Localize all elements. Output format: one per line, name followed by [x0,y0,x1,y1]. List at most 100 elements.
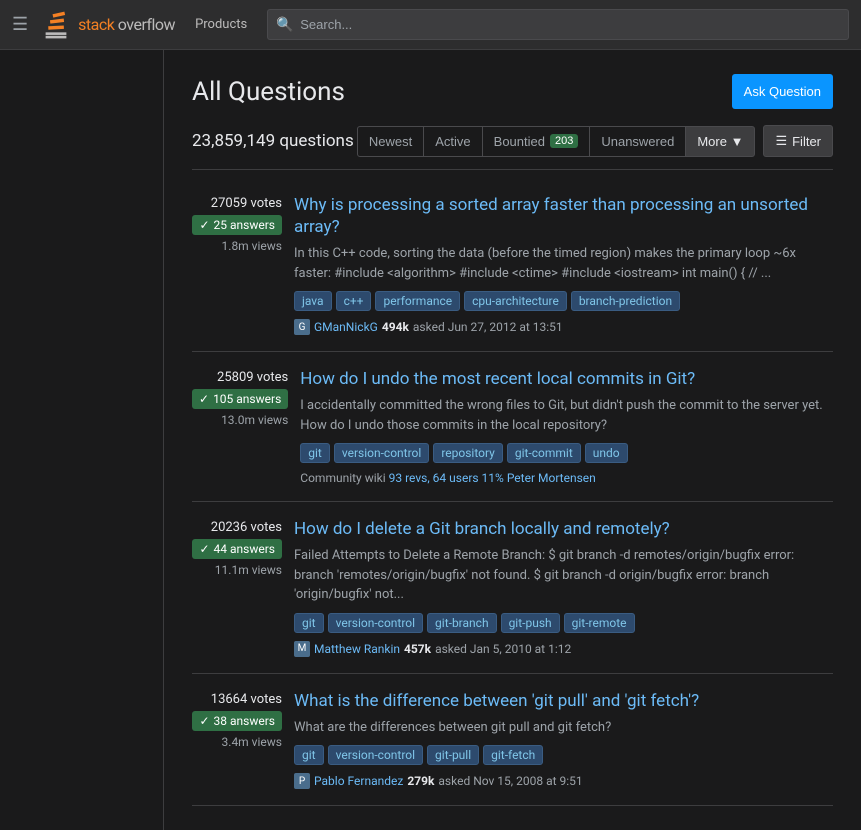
tag[interactable]: git-commit [507,443,581,463]
community-wiki-user[interactable]: Peter Mortensen [507,471,596,485]
answers-badge: ✓ 38 answers [192,711,282,731]
question-meta: P Pablo Fernandez 279k asked Nov 15, 200… [294,773,583,789]
tags-and-meta: git version-control git-branch git-push … [294,613,833,657]
tag[interactable]: git-pull [427,745,479,765]
tag[interactable]: git-remote [564,613,635,633]
tag[interactable]: cpu-architecture [464,291,567,311]
question-meta: M Matthew Rankin 457k asked Jan 5, 2010 … [294,641,571,657]
tab-bountied[interactable]: Bountied 203 [482,126,591,157]
question-body: How do I undo the most recent local comm… [300,368,833,485]
vote-count: 13664 votes [211,692,282,707]
vote-count: 25809 votes [217,370,288,385]
ask-question-button[interactable]: Ask Question [732,74,833,109]
author-link[interactable]: Pablo Fernandez [314,774,403,788]
question-meta: G GManNickG 494k asked Jun 27, 2012 at 1… [294,319,563,335]
author-rep: 494k [382,320,409,334]
question-excerpt: In this C++ code, sorting the data (befo… [294,244,833,283]
page-header: All Questions Ask Question [192,74,833,109]
avatar: G [294,319,310,335]
checkmark-icon: ✓ [199,714,209,728]
tab-unanswered[interactable]: Unanswered [589,126,686,157]
tab-newest[interactable]: Newest [357,126,424,157]
table-row: 25809 votes ✓ 105 answers 13.0m views Ho… [192,352,833,502]
tag[interactable]: c++ [336,291,372,311]
tab-more[interactable]: More ▼ [685,126,755,157]
tag[interactable]: performance [375,291,460,311]
tag[interactable]: git [300,443,330,463]
logo[interactable]: stack overflow [40,9,175,41]
checkmark-icon: ✓ [199,542,209,556]
asked-date: asked Jan 5, 2010 at 1:12 [435,642,571,656]
avatar: M [294,641,310,657]
tag[interactable]: git [294,745,324,765]
question-excerpt: I accidentally committed the wrong files… [300,396,833,435]
tag[interactable]: java [294,291,332,311]
community-wiki-label: Community wiki 93 revs, 64 users 11% Pet… [300,471,596,485]
tag[interactable]: version-control [328,745,423,765]
question-title[interactable]: How do I delete a Git branch locally and… [294,518,833,540]
tag[interactable]: git-branch [427,613,497,633]
community-wiki-revs[interactable]: 93 revs, 64 users 11% [389,471,504,485]
filter-icon: ☰ [775,133,787,149]
avatar: P [294,773,310,789]
main-content: All Questions Ask Question 23,859,149 qu… [164,50,861,830]
products-link[interactable]: Products [187,13,255,36]
answers-count: 44 answers [214,542,275,556]
question-stats: 13664 votes ✓ 38 answers 3.4m views [192,690,282,790]
vote-count: 27059 votes [211,196,282,211]
tags-and-meta: git version-control repository git-commi… [300,443,833,485]
table-row: 27059 votes ✓ 25 answers 1.8m views Why … [192,178,833,352]
author-rep: 457k [404,642,431,656]
question-title[interactable]: How do I undo the most recent local comm… [300,368,833,390]
tag[interactable]: version-control [334,443,429,463]
table-row: 20236 votes ✓ 44 answers 11.1m views How… [192,502,833,674]
author-link[interactable]: Matthew Rankin [314,642,400,656]
search-icon: 🔍 [276,17,293,33]
tag[interactable]: git [294,613,324,633]
author-link[interactable]: GManNickG [314,320,378,334]
table-row: 13664 votes ✓ 38 answers 3.4m views What… [192,674,833,807]
question-excerpt: What are the differences between git pul… [294,718,833,738]
views-count: 3.4m views [222,735,282,749]
tag[interactable]: git-push [501,613,560,633]
views-count: 11.1m views [215,563,282,577]
question-stats: 27059 votes ✓ 25 answers 1.8m views [192,194,282,335]
question-meta: Community wiki 93 revs, 64 users 11% Pet… [300,471,596,485]
logo-text: stack overflow [78,15,175,34]
main-layout: All Questions Ask Question 23,859,149 qu… [0,50,861,830]
question-body: How do I delete a Git branch locally and… [294,518,833,657]
checkmark-icon: ✓ [199,392,209,406]
filter-tabs: Newest Active Bountied 203 Unanswered Mo… [357,125,833,157]
filter-label: Filter [792,134,821,149]
tags: java c++ performance cpu-architecture br… [294,291,680,311]
asked-date: asked Nov 15, 2008 at 9:51 [438,774,582,788]
answers-count: 38 answers [214,714,275,728]
questions-count: 23,859,149 questions [192,131,354,151]
tab-active[interactable]: Active [423,126,482,157]
checkmark-icon: ✓ [199,218,209,232]
tags: git version-control git-pull git-fetch [294,745,543,765]
questions-count-bar: 23,859,149 questions Newest Active Bount… [192,125,833,157]
tag[interactable]: repository [433,443,503,463]
question-excerpt: Failed Attempts to Delete a Remote Branc… [294,546,833,605]
tag[interactable]: undo [585,443,628,463]
tag[interactable]: git-fetch [483,745,543,765]
bountied-count: 203 [550,134,578,148]
answers-badge: ✓ 105 answers [192,389,288,409]
divider [192,169,833,170]
question-body: Why is processing a sorted array faster … [294,194,833,335]
answers-count: 105 answers [213,392,281,406]
hamburger-menu[interactable]: ☰ [12,14,28,35]
question-title[interactable]: What is the difference between 'git pull… [294,690,833,712]
search-input[interactable] [267,9,849,40]
filter-button[interactable]: ☰ Filter [763,125,833,157]
answers-badge: ✓ 44 answers [192,539,282,559]
tag[interactable]: version-control [328,613,423,633]
author-rep: 279k [407,774,434,788]
answers-badge: ✓ 25 answers [192,215,282,235]
question-title[interactable]: Why is processing a sorted array faster … [294,194,833,238]
tag[interactable]: branch-prediction [571,291,680,311]
question-stats: 25809 votes ✓ 105 answers 13.0m views [192,368,288,485]
question-stats: 20236 votes ✓ 44 answers 11.1m views [192,518,282,657]
tags-and-meta: git version-control git-pull git-fetch P… [294,745,833,789]
